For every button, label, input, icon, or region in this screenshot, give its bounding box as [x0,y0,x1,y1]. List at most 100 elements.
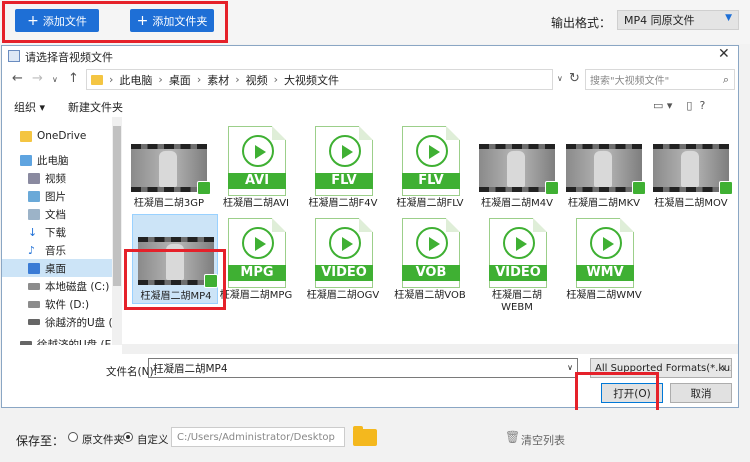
download-icon: ↓ [28,225,38,239]
dropdown-arrow-icon[interactable]: ∨ [567,363,573,372]
breadcrumb-item[interactable]: 素材 [207,72,229,88]
radio-custom-label: 自定义 [137,434,169,446]
nav-item-documents[interactable]: 文档 [28,205,122,223]
trash-icon[interactable]: 🗑 [505,430,520,444]
file-item[interactable]: 枉凝眉二胡MKV [561,122,647,212]
refresh-icon[interactable]: ↻ [569,71,580,86]
view-options-icon[interactable]: ▭ ▾ ▯ ? [653,99,705,112]
breadcrumb-item[interactable]: 视频 [246,72,268,88]
nav-item-this-pc[interactable]: 此电脑 [20,151,122,169]
output-path-input[interactable]: C:/Users/Administrator/Desktop [171,427,345,447]
address-dropdown-icon[interactable]: ∨ [557,74,563,83]
nav-item-onedrive[interactable]: OneDrive [20,127,122,145]
filename-value: 枉凝眉二胡MP4 [153,362,228,375]
video-file-icon: FLV [402,126,460,196]
cancel-button[interactable]: 取消 [670,383,732,403]
dropdown-arrow-icon: ▼ [725,13,732,23]
breadcrumb-item[interactable]: 桌面 [169,72,191,88]
file-item[interactable]: AVI 枉凝眉二胡AVI [213,122,299,212]
output-format-value: MP4 同原文件 [624,14,695,27]
video-file-icon: MPG [228,218,286,288]
folder-icon [20,130,32,142]
file-item[interactable]: WMV 枉凝眉二胡WMV [561,214,647,304]
nav-item-usb-e-2[interactable]: 徐越济的U盘 (E: [20,335,122,345]
navigation-pane: OneDrive 此电脑 视频 图片 文档 ↓ 下载 ♪ 音乐 桌面 本地磁盘 … [2,117,122,345]
play-icon [242,135,274,167]
highlight-box [2,1,228,43]
nav-scrollbar-thumb[interactable] [113,126,121,286]
video-badge-icon [197,181,211,195]
drive-icon [28,282,40,290]
video-thumbnail [653,144,733,195]
music-icon: ♪ [28,243,36,257]
address-row: ← → ∨ ↑ › 此电脑 › 桌面 › 素材 › 视频 › 大视频文件 ∨ ↻… [2,67,738,93]
breadcrumb-item[interactable]: 此电脑 [119,72,152,88]
computer-icon [20,154,32,166]
nav-item-desktop[interactable]: 桌面 [2,259,112,277]
clear-list-button[interactable]: 清空列表 [521,432,565,448]
nav-item-downloads[interactable]: ↓ 下载 [28,223,122,241]
play-icon [416,135,448,167]
nav-item-music[interactable]: ♪ 音乐 [28,241,122,259]
save-to-label: 保存至： [16,434,65,448]
video-file-icon: VIDEO [489,218,547,288]
nav-item-videos[interactable]: 视频 [28,169,122,187]
radio-original-folder[interactable] [68,432,78,442]
browse-folder-icon[interactable] [353,426,377,446]
breadcrumb-item[interactable]: 大视频文件 [284,72,339,88]
nav-item-pictures[interactable]: 图片 [28,187,122,205]
search-icon: ⌕ [722,73,729,86]
usb-icon [28,319,40,325]
video-file-icon: FLV [315,126,373,196]
nav-item-drive-c[interactable]: 本地磁盘 (C:) [28,277,122,295]
video-badge-icon [545,181,559,195]
open-file-dialog: 请选择音视频文件 ✕ ← → ∨ ↑ › 此电脑 › 桌面 › 素材 › 视频 … [1,45,739,408]
new-folder-button[interactable]: 新建文件夹 [68,99,123,115]
radio-custom[interactable] [123,432,133,442]
dialog-title: 请选择音视频文件 [25,51,113,64]
file-item[interactable]: 枉凝眉二胡3GP [126,122,212,212]
up-arrow-icon[interactable]: ↑ [68,71,79,86]
search-placeholder: 搜索"大视频文件" [590,76,670,87]
dialog-title-bar: 请选择音视频文件 ✕ [2,46,738,66]
app-icon [8,50,20,62]
nav-item-drive-d[interactable]: 软件 (D:) [28,295,122,313]
organize-menu[interactable]: 组织 ▾ [14,99,45,115]
file-item[interactable]: 枉凝眉二胡MOV [648,122,734,212]
file-item[interactable]: VIDEO 枉凝眉二胡OGV [300,214,386,304]
file-item[interactable]: FLV 枉凝眉二胡F4V [300,122,386,212]
nav-item-usb-e[interactable]: 徐越济的U盘 (E: [28,313,122,331]
document-folder-icon [28,208,40,220]
drive-icon [28,300,40,308]
filename-input[interactable]: 枉凝眉二胡MP4 ∨ [148,358,578,378]
folder-icon [91,74,103,85]
play-icon [242,227,274,259]
play-icon [416,227,448,259]
picture-folder-icon [28,190,40,202]
video-thumbnail [566,144,646,195]
usb-icon [20,341,32,345]
back-arrow-icon[interactable]: ← [12,71,23,86]
highlight-box [575,372,659,410]
play-icon [590,227,622,259]
file-item[interactable]: FLV 枉凝眉二胡FLV [387,122,473,212]
dialog-toolbar: 组织 ▾ 新建文件夹 ▭ ▾ ▯ ? [2,94,738,116]
address-bar[interactable]: › 此电脑 › 桌面 › 素材 › 视频 › 大视频文件 [86,69,553,90]
output-path-value: C:/Users/Administrator/Desktop [177,431,335,443]
recent-dropdown-icon[interactable]: ∨ [52,75,58,84]
close-icon[interactable]: ✕ [718,46,730,62]
video-file-icon: AVI [228,126,286,196]
output-format-select[interactable]: MP4 同原文件 ▼ [617,10,739,30]
play-icon [329,135,361,167]
video-badge-icon [632,181,646,195]
radio-original-folder-label: 原文件夹 [82,434,124,446]
highlight-box [124,249,226,310]
play-icon [503,227,535,259]
file-item[interactable]: VIDEO 枉凝眉二胡WEBM [474,214,560,313]
search-input[interactable]: 搜索"大视频文件" ⌕ [585,69,735,90]
file-item[interactable]: 枉凝眉二胡M4V [474,122,560,212]
forward-arrow-icon[interactable]: → [32,71,43,86]
horizontal-scrollbar[interactable] [122,344,738,354]
file-item[interactable]: VOB 枉凝眉二胡VOB [387,214,473,304]
video-badge-icon [719,181,733,195]
